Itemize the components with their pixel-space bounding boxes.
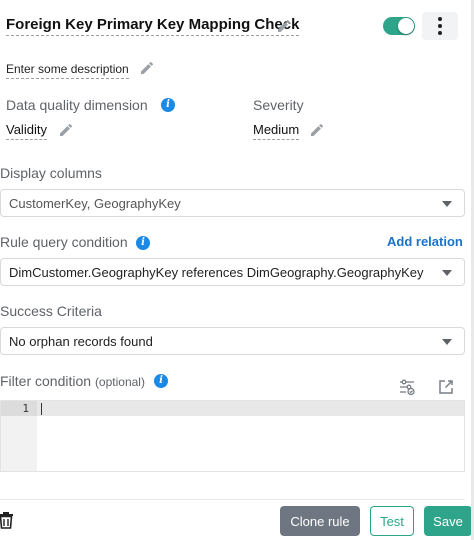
filter-condition-label: Filter condition (optional)	[0, 373, 145, 389]
clone-rule-button[interactable]: Clone rule	[280, 506, 360, 536]
optional-label: (optional)	[94, 375, 145, 389]
edit-title-pencil-icon[interactable]	[276, 18, 292, 34]
edit-description-pencil-icon[interactable]	[139, 60, 155, 76]
more-options-button[interactable]	[422, 12, 458, 40]
filter-condition-editor[interactable]: 1	[0, 400, 465, 472]
description-field[interactable]: Enter some description	[6, 62, 129, 79]
footer-divider	[0, 499, 465, 500]
severity-label: Severity	[253, 97, 304, 113]
info-icon[interactable]: i	[154, 374, 168, 388]
display-columns-label: Display columns	[0, 165, 102, 181]
data-quality-dimension-value[interactable]: Validity	[6, 122, 47, 140]
info-icon[interactable]: i	[161, 98, 175, 112]
display-columns-value: CustomerKey, GeographyKey	[9, 195, 181, 211]
info-icon[interactable]: i	[136, 236, 150, 250]
rule-title-wrap: Foreign Key Primary Key Mapping Check	[6, 14, 300, 38]
filter-settings-icon[interactable]	[398, 378, 416, 396]
test-button[interactable]: Test	[370, 506, 414, 536]
rule-title[interactable]: Foreign Key Primary Key Mapping Check	[6, 16, 300, 36]
data-quality-dimension-label: Data quality dimension	[6, 97, 148, 113]
line-number: 1	[22, 402, 29, 415]
text-cursor	[41, 403, 42, 415]
filter-condition-label-text: Filter condition	[0, 373, 92, 389]
severity-value[interactable]: Medium	[253, 122, 300, 140]
expand-icon[interactable]	[437, 378, 455, 396]
rule-query-condition-select[interactable]: DimCustomer.GeographyKey references DimG…	[0, 258, 465, 286]
chevron-down-icon	[442, 270, 452, 276]
display-columns-select[interactable]: CustomerKey, GeographyKey	[0, 189, 465, 217]
rule-query-condition-value: DimCustomer.GeographyKey references DimG…	[9, 264, 424, 280]
rule-enabled-toggle[interactable]	[383, 17, 415, 35]
active-line-highlight	[1, 401, 464, 416]
edit-severity-pencil-icon[interactable]	[309, 122, 325, 138]
chevron-down-icon	[442, 201, 452, 207]
edit-dimension-pencil-icon[interactable]	[58, 122, 74, 138]
success-criteria-value: No orphan records found	[9, 333, 153, 349]
success-criteria-label: Success Criteria	[0, 303, 102, 319]
add-relation-link[interactable]: Add relation	[387, 234, 463, 249]
rule-query-condition-label: Rule query condition	[0, 234, 128, 250]
trash-icon[interactable]	[0, 511, 14, 529]
toggle-knob	[398, 18, 414, 34]
chevron-down-icon	[442, 339, 452, 345]
vertical-dots-icon	[438, 17, 442, 35]
save-button[interactable]: Save	[424, 506, 472, 536]
success-criteria-select[interactable]: No orphan records found	[0, 327, 465, 355]
